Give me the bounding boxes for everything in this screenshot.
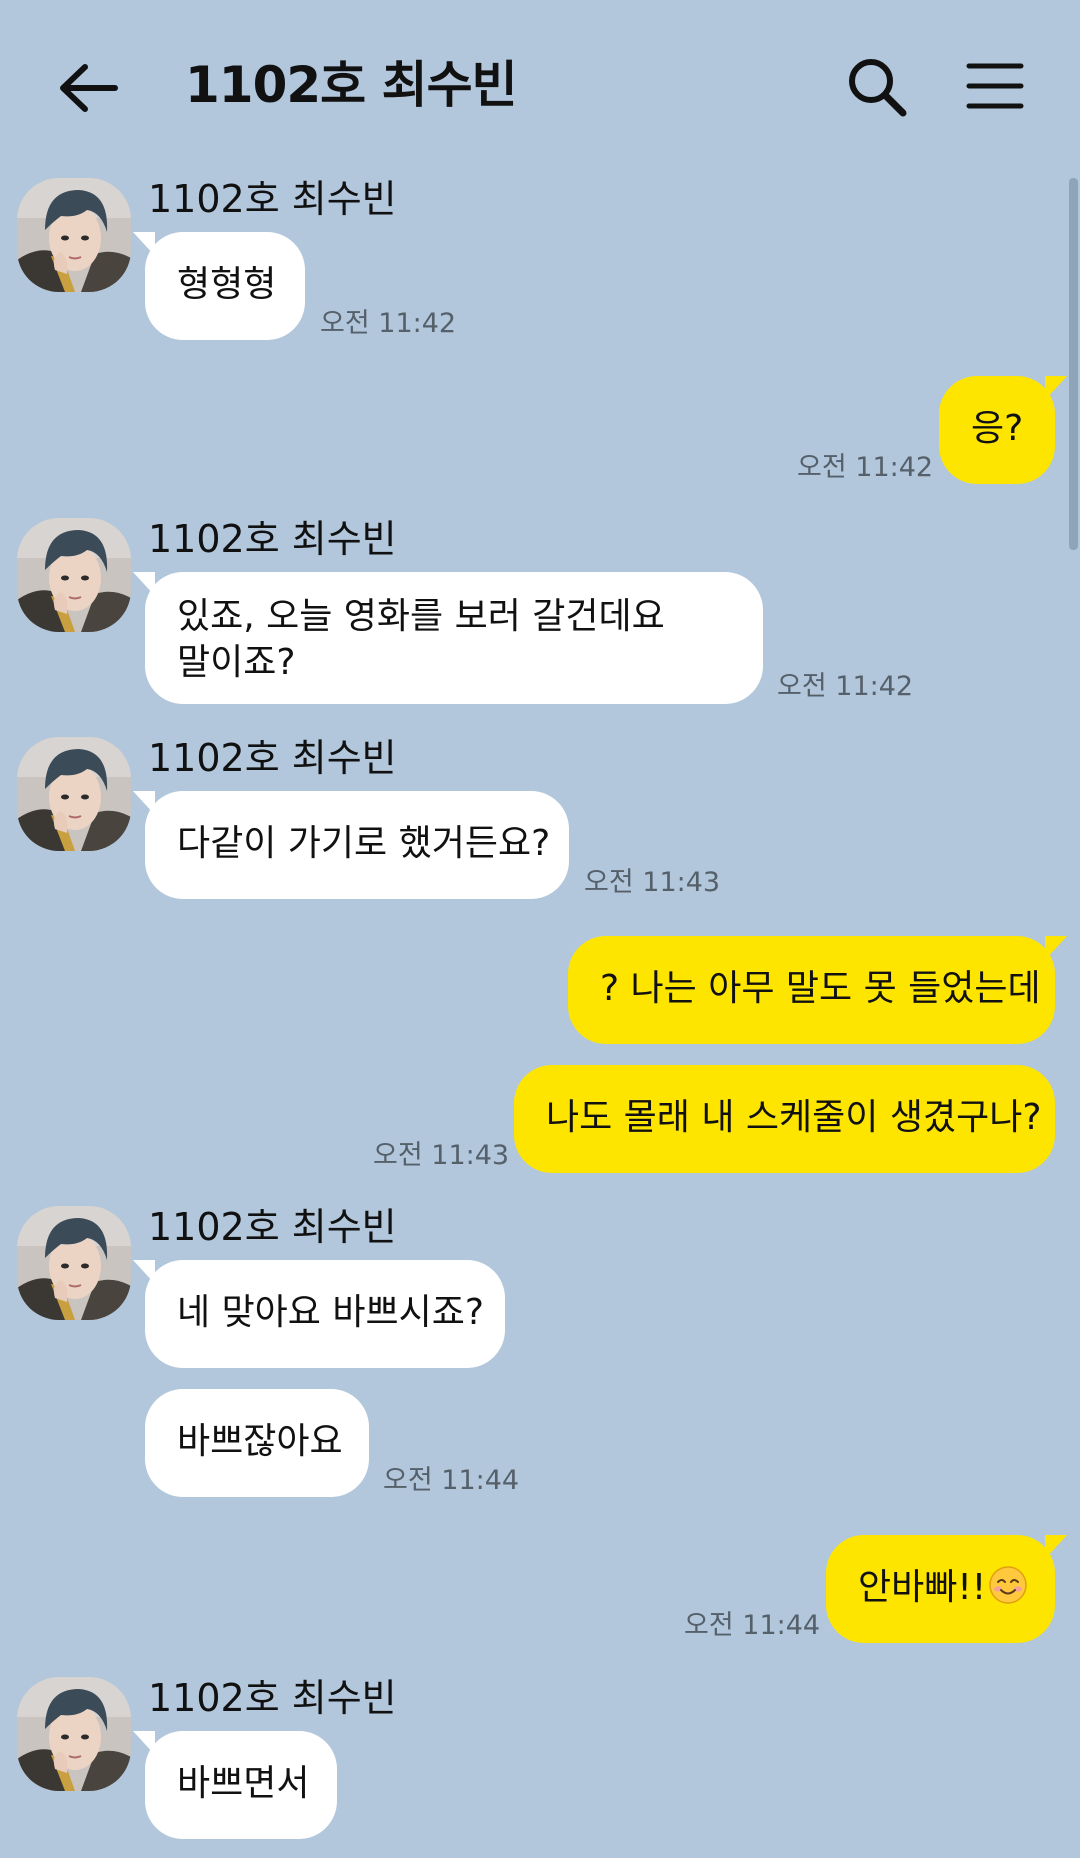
outgoing-message[interactable]: 나도 몰래 내 스케줄이 생겼구나? xyxy=(514,1065,1055,1173)
back-button[interactable] xyxy=(55,55,121,121)
message-text: ? 나는 아무 말도 못 들었는데 xyxy=(600,968,1041,1009)
message-time: 오전 11:42 xyxy=(320,308,457,339)
message-time: 오전 11:44 xyxy=(383,1465,520,1496)
message-text: 바쁘잖아요 xyxy=(177,1421,343,1462)
message-text: 형형형 xyxy=(177,264,277,305)
profile-photo xyxy=(17,518,131,632)
outgoing-message[interactable]: 안바빠!! xyxy=(826,1535,1067,1643)
message-time: 오전 11:43 xyxy=(373,1140,510,1171)
incoming-message[interactable]: 있죠, 오늘 영화를 보러 갈건데요 말이죠? xyxy=(133,572,763,704)
message-text: 다같이 가기로 했거든요? xyxy=(177,823,551,864)
message-text: 응? xyxy=(971,408,1024,449)
message-text: 바쁘면서 xyxy=(177,1763,310,1804)
message-time: 오전 11:42 xyxy=(797,452,934,483)
arrow-left-icon xyxy=(60,64,118,112)
incoming-message[interactable]: 형형형 xyxy=(133,232,305,340)
message-time: 오전 11:43 xyxy=(584,867,721,898)
message-text: 나도 몰래 내 스케줄이 생겼구나? xyxy=(546,1097,1042,1138)
incoming-message[interactable]: 바쁘잖아요 xyxy=(145,1389,369,1497)
incoming-message[interactable]: 네 맞아요 바쁘시죠? xyxy=(133,1260,505,1368)
profile-photo xyxy=(17,178,131,292)
message-time: 오전 11:44 xyxy=(684,1610,821,1641)
incoming-message[interactable]: 바쁘면서 xyxy=(133,1731,337,1839)
avatar[interactable] xyxy=(17,1206,131,1320)
chat-header: 1102호 최수빈 xyxy=(0,0,1080,170)
message-text-line2: 말이죠? xyxy=(177,642,296,683)
search-icon xyxy=(849,59,907,117)
message-text: 있죠, 오늘 영화를 보러 갈건데요 xyxy=(177,596,665,637)
avatar[interactable] xyxy=(17,178,131,292)
page-title: 1102호 최수빈 xyxy=(185,56,518,114)
outgoing-message[interactable]: ? 나는 아무 말도 못 들었는데 xyxy=(568,936,1067,1044)
avatar[interactable] xyxy=(17,518,131,632)
profile-photo xyxy=(17,1677,131,1791)
sender-name: 1102호 최수빈 xyxy=(148,736,397,780)
avatar[interactable] xyxy=(17,1677,131,1791)
message-time: 오전 11:42 xyxy=(777,671,914,702)
scrollbar[interactable] xyxy=(1069,178,1078,550)
message-text: 네 맞아요 바쁘시죠? xyxy=(177,1292,484,1333)
incoming-message[interactable]: 다같이 가기로 했거든요? xyxy=(133,791,569,899)
smiling-face-icon xyxy=(989,1566,1027,1604)
avatar[interactable] xyxy=(17,737,131,851)
search-button[interactable] xyxy=(845,55,909,119)
hamburger-menu-icon xyxy=(966,63,1024,109)
outgoing-message[interactable]: 응? xyxy=(939,376,1067,484)
message-text: 안바빠!! xyxy=(858,1567,987,1608)
sender-name: 1102호 최수빈 xyxy=(148,1205,397,1249)
sender-name: 1102호 최수빈 xyxy=(148,177,397,221)
sender-name: 1102호 최수빈 xyxy=(148,1676,397,1720)
sender-name: 1102호 최수빈 xyxy=(148,517,397,561)
profile-photo xyxy=(17,737,131,851)
profile-photo xyxy=(17,1206,131,1320)
menu-button[interactable] xyxy=(965,58,1025,114)
